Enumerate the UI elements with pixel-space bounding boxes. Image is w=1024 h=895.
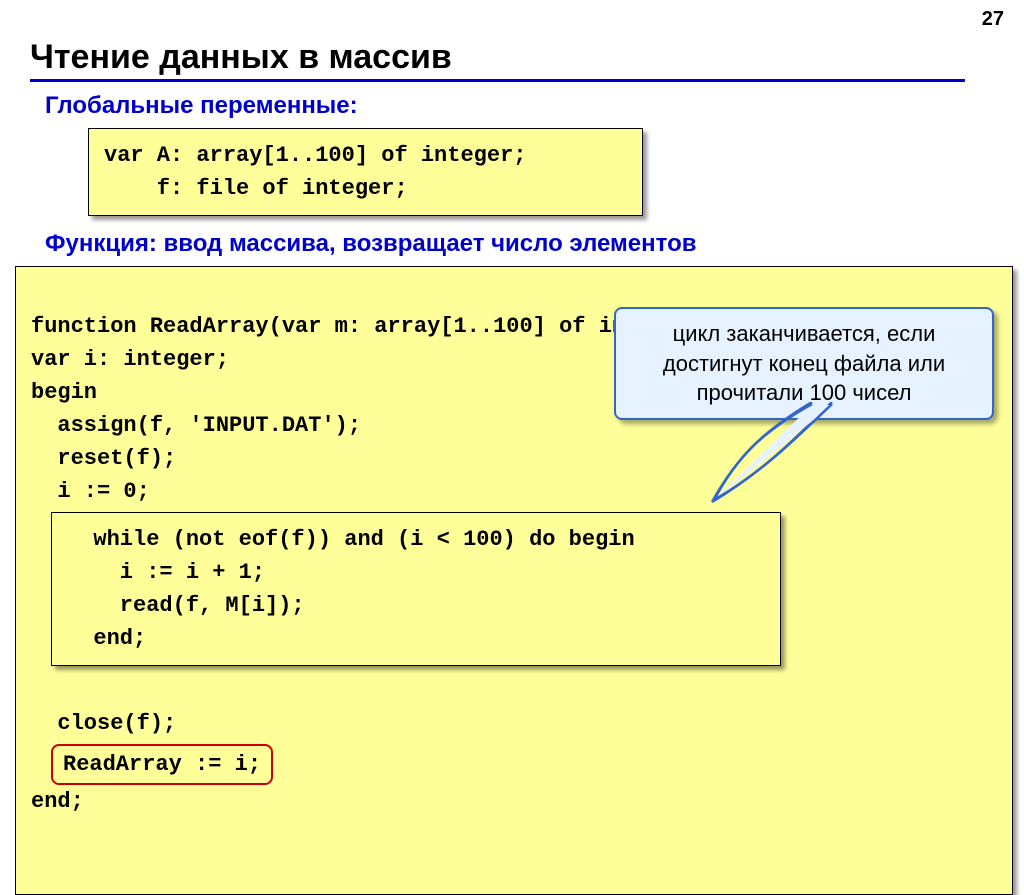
globals-code-block: var A: array[1..100] of integer; f: file…	[88, 128, 643, 216]
callout-note: цикл заканчивается, если достигнут конец…	[614, 307, 994, 420]
page-number: 27	[982, 8, 1004, 31]
title-underline	[30, 79, 965, 82]
function-code-block: function ReadArray(var m: array[1..100] …	[15, 266, 1013, 895]
section2-heading: Функция: ввод массива, возвращает число …	[45, 230, 994, 258]
slide-title: Чтение данных в массив	[30, 38, 994, 77]
code-post1: close(f);	[31, 711, 176, 736]
section1-heading: Глобальные переменные:	[45, 92, 994, 120]
code-post2: end;	[31, 789, 84, 814]
return-highlight: ReadArray := i;	[51, 744, 273, 785]
loop-code-block: while (not eof(f)) and (i < 100) do begi…	[51, 512, 781, 666]
